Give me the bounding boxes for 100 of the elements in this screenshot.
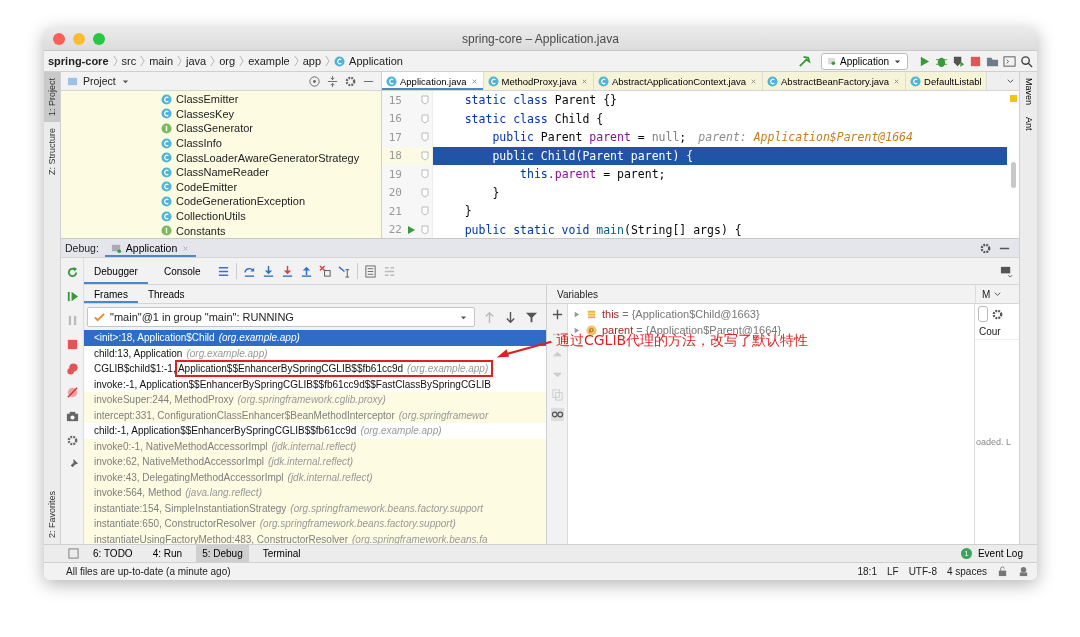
resume-icon[interactable] bbox=[65, 290, 79, 303]
stop-icon[interactable] bbox=[969, 54, 982, 68]
stack-frame[interactable]: invokeSuper:244, MethodProxy (org.springframework.cglib.proxy) bbox=[84, 392, 546, 408]
tool-window-tab[interactable]: 1: Project bbox=[44, 72, 60, 123]
thread-dropdown[interactable]: "main"@1 in group "main": RUNNING bbox=[87, 307, 475, 327]
debugger-tab[interactable]: Console bbox=[153, 258, 211, 284]
tool-window-button[interactable]: 4: Run bbox=[146, 545, 189, 562]
tool-window-tab[interactable]: Maven bbox=[1020, 72, 1037, 111]
watch-tab[interactable]: M bbox=[982, 288, 991, 300]
fold-icon[interactable] bbox=[421, 169, 429, 180]
settings-icon[interactable] bbox=[979, 241, 992, 255]
lock-icon[interactable] bbox=[997, 566, 1008, 577]
frames-tab[interactable]: Frames bbox=[84, 285, 138, 303]
run-icon[interactable] bbox=[406, 224, 416, 235]
tree-item[interactable]: CodeGenerationException bbox=[176, 195, 306, 208]
menu-icon[interactable] bbox=[216, 264, 230, 278]
fold-icon[interactable] bbox=[421, 224, 429, 235]
glasses-icon[interactable] bbox=[550, 408, 564, 421]
stack-frame[interactable]: invoke:62, NativeMethodAccessorImpl (jdk.internal.reflect) bbox=[84, 454, 546, 470]
stack-frame[interactable]: invoke:-1, Application$$EnhancerBySpringCGLIB$$fb61cc9d$$FastClassBySpringCGLIB bbox=[84, 376, 546, 392]
run-to-cursor-icon[interactable] bbox=[337, 264, 351, 278]
tool-window-button[interactable]: 6: TODO bbox=[87, 545, 139, 562]
fold-icon[interactable] bbox=[421, 150, 429, 161]
tool-windows-icon[interactable] bbox=[68, 548, 79, 559]
inspector-icon[interactable] bbox=[1018, 566, 1029, 577]
calculator-icon[interactable] bbox=[363, 264, 377, 278]
tree-item[interactable]: ClassNameReader bbox=[176, 166, 269, 179]
column-header[interactable]: Cour bbox=[979, 326, 1001, 337]
event-log-button[interactable]: Event Log bbox=[971, 545, 1029, 562]
layout-icon[interactable] bbox=[1000, 264, 1013, 278]
arrow-down-icon[interactable] bbox=[504, 310, 517, 324]
trace-icon[interactable] bbox=[382, 264, 396, 278]
tree-item[interactable]: CollectionUtils bbox=[176, 210, 246, 223]
tool-window-button[interactable]: 5: Debug bbox=[196, 545, 249, 562]
rerun-icon[interactable] bbox=[65, 266, 79, 279]
search-field[interactable] bbox=[978, 306, 988, 322]
panel-title[interactable]: Project bbox=[83, 75, 116, 87]
shield-icon[interactable] bbox=[952, 54, 965, 68]
breadcrumb[interactable]: org bbox=[219, 55, 236, 67]
plus-icon[interactable] bbox=[550, 308, 564, 321]
drop-frame-icon[interactable] bbox=[318, 264, 332, 278]
fold-icon[interactable] bbox=[421, 132, 429, 143]
status-item[interactable]: 18:1 bbox=[857, 566, 877, 577]
chevron-down-icon[interactable] bbox=[993, 289, 1003, 299]
stack-frame[interactable]: <init>:18, Application$Child (org.example.app) bbox=[84, 330, 546, 346]
debugger-tab[interactable]: Debugger bbox=[84, 258, 148, 284]
fold-icon[interactable] bbox=[421, 113, 429, 124]
tree-item[interactable]: ClassGenerator bbox=[176, 122, 254, 135]
editor-tab[interactable]: AbstractApplicationContext.java bbox=[593, 72, 764, 90]
scrollbar[interactable] bbox=[1010, 162, 1016, 188]
step-into-icon[interactable] bbox=[261, 264, 275, 278]
filter-icon[interactable] bbox=[525, 310, 538, 324]
breadcrumb[interactable]: java bbox=[186, 55, 207, 67]
editor-tab[interactable]: MethodProxy.java bbox=[483, 72, 594, 90]
run-configuration-dropdown[interactable]: Application bbox=[821, 52, 908, 70]
close-button[interactable] bbox=[53, 33, 65, 45]
tool-window-button[interactable]: Terminal bbox=[256, 545, 307, 562]
breadcrumb[interactable]: spring-core bbox=[48, 55, 109, 67]
zoom-button[interactable] bbox=[93, 33, 105, 45]
tree-item[interactable]: ClassEmitter bbox=[176, 93, 239, 106]
stop-icon[interactable] bbox=[65, 338, 79, 351]
tool-window-tab[interactable]: Ant bbox=[1020, 111, 1037, 137]
stack-frame[interactable]: CGLIB$child$1:-1, Application$$EnhancerBySpringCGLIB$$fb61cc9d (org.example.app) bbox=[84, 361, 546, 377]
settings-icon[interactable] bbox=[344, 74, 357, 88]
stack-frame[interactable]: invoke0:-1, NativeMethodAccessorImpl (jdk.internal.reflect) bbox=[84, 438, 546, 454]
arrow-up-icon[interactable] bbox=[483, 310, 496, 324]
editor-tab[interactable]: AbstractBeanFactory.java bbox=[763, 72, 907, 90]
editor-tab[interactable]: Application.java bbox=[382, 72, 484, 90]
breadcrumb[interactable]: app bbox=[302, 55, 322, 67]
run-icon[interactable] bbox=[918, 54, 931, 68]
force-step-into-icon[interactable] bbox=[280, 264, 294, 278]
tree-item[interactable]: ClassInfo bbox=[176, 137, 222, 150]
fold-icon[interactable] bbox=[421, 206, 429, 217]
frames-tab[interactable]: Threads bbox=[137, 285, 195, 303]
tree-item[interactable]: CodeEmitter bbox=[176, 180, 238, 193]
breadcrumb[interactable]: example bbox=[248, 55, 290, 67]
session-tab[interactable]: Application bbox=[104, 239, 197, 257]
breadcrumb[interactable]: Application bbox=[349, 55, 403, 67]
mute-breakpoints-icon[interactable] bbox=[65, 386, 79, 399]
editor-tab[interactable]: DefaultListabl bbox=[906, 72, 987, 90]
camera-icon[interactable] bbox=[65, 410, 79, 423]
breadcrumb[interactable]: main bbox=[149, 55, 174, 67]
status-item[interactable]: UTF-8 bbox=[908, 566, 937, 577]
step-out-icon[interactable] bbox=[299, 264, 313, 278]
stack-frame[interactable]: child:13, Application (org.example.app) bbox=[84, 345, 546, 361]
search-icon[interactable] bbox=[1020, 54, 1033, 68]
warning-marker[interactable] bbox=[1009, 95, 1017, 102]
target-icon[interactable] bbox=[308, 74, 321, 88]
settings-icon[interactable] bbox=[991, 307, 1004, 321]
status-item[interactable]: LF bbox=[886, 566, 899, 577]
breakpoints-icon[interactable] bbox=[65, 362, 79, 375]
tree-item[interactable]: ClassesKey bbox=[176, 107, 235, 120]
collapse-icon[interactable] bbox=[326, 74, 339, 88]
fold-icon[interactable] bbox=[421, 187, 429, 198]
settings-icon[interactable] bbox=[65, 434, 79, 447]
chevron-down-icon[interactable] bbox=[1006, 76, 1015, 86]
stack-frame[interactable]: child:-1, Application$$EnhancerBySpringCGLIB$$fb61cc9d (org.example.app) bbox=[84, 423, 546, 439]
variable-text[interactable]: this = {Application$Child@1663} bbox=[602, 308, 760, 320]
status-item[interactable]: 4 spaces bbox=[946, 566, 987, 577]
tool-window-tab[interactable]: 2: Favorites bbox=[44, 484, 60, 544]
